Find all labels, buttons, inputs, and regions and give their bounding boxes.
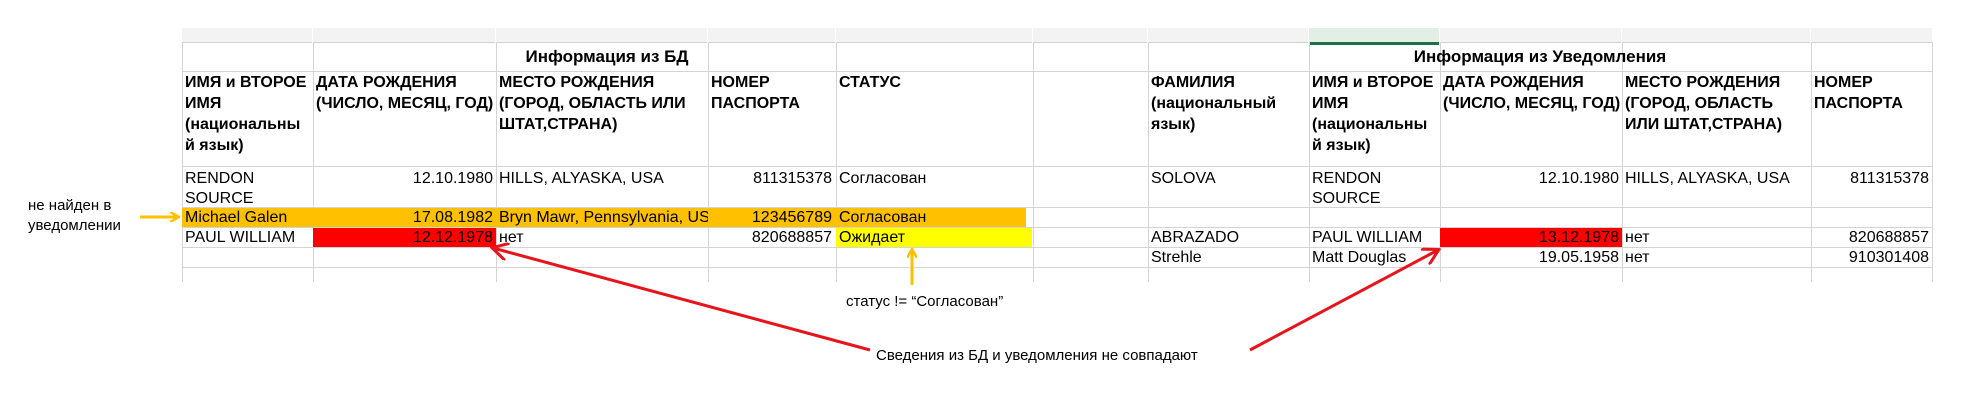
table-cell-mismatch[interactable]: 12.12.1978 — [313, 228, 496, 247]
table-cell[interactable]: HILLS, ALYASKA, USA — [496, 169, 708, 189]
header-status: СТАТУС — [839, 74, 901, 91]
column-header[interactable] — [708, 28, 835, 43]
grid-line — [1932, 42, 1933, 282]
header-pob: МЕСТО РОЖДЕНИЯ (ГОРОД, ОБЛАСТЬ ИЛИ ШТАТ,… — [499, 74, 686, 133]
column-header[interactable] — [182, 28, 312, 43]
header-dob: ДАТА РОЖДЕНИЯ (ЧИСЛО, МЕСЯЦ, ГОД) — [1443, 74, 1621, 112]
header-name: ИМЯ и ВТОРОЕ ИМЯ (национальны й язык) — [185, 74, 307, 154]
table-cell[interactable]: 811315378 — [708, 169, 835, 189]
notice-table-title: Информация из Уведомления — [1413, 47, 1667, 66]
table-cell[interactable]: RENDON SOURCE — [182, 169, 313, 207]
column-header[interactable] — [836, 28, 1032, 43]
table-cell[interactable]: Согласован — [836, 169, 1032, 189]
table-cell[interactable]: 123456789 — [708, 208, 835, 227]
header-name: ИМЯ и ВТОРОЕ ИМЯ (национальны й язык) — [1312, 74, 1434, 154]
table-cell[interactable]: 811315378 — [1811, 169, 1932, 189]
table-cell[interactable]: Bryn Mawr, Pennsylvania, US — [496, 208, 708, 227]
table-cell[interactable]: ABRAZADO — [1148, 228, 1308, 247]
table-cell[interactable]: Согласован — [836, 208, 1032, 227]
table-cell[interactable]: нет — [1622, 228, 1810, 247]
db-table-title: Информация из БД — [525, 47, 689, 66]
column-header-selected[interactable] — [1309, 28, 1439, 45]
table-cell[interactable]: SOLOVA — [1148, 169, 1308, 189]
column-header[interactable] — [1033, 28, 1147, 43]
status-note: статус != “Согласован” — [846, 293, 1004, 310]
header-surname: ФАМИЛИЯ (национальный язык) — [1151, 74, 1277, 133]
table-cell[interactable]: Michael Galen — [182, 208, 313, 227]
mismatch-note: Сведения из БД и уведомления не совпадаю… — [876, 347, 1198, 364]
table-cell[interactable]: PAUL WILLIAM — [1309, 228, 1439, 247]
table-cell[interactable]: 12.10.1980 — [313, 169, 496, 189]
table-cell[interactable]: нет — [496, 228, 708, 247]
column-header[interactable] — [313, 28, 495, 43]
spreadsheet-grid: Информация из БД Информация из Уведомлен… — [182, 28, 1942, 282]
grid-line — [182, 166, 1932, 167]
table-cell[interactable]: Matt Douglas — [1309, 248, 1439, 267]
header-dob: ДАТА РОЖДЕНИЯ (ЧИСЛО, МЕСЯЦ, ГОД) — [316, 74, 494, 112]
table-cell[interactable]: нет — [1622, 248, 1810, 267]
table-cell[interactable]: 910301408 — [1811, 248, 1932, 267]
table-cell[interactable]: 12.10.1980 — [1440, 169, 1622, 189]
header-passport: НОМЕР ПАСПОРТА — [1814, 74, 1903, 112]
grid-line — [182, 267, 1932, 268]
column-header[interactable] — [1622, 28, 1810, 43]
table-cell[interactable]: 17.08.1982 — [313, 208, 496, 227]
table-cell[interactable]: 820688857 — [708, 228, 835, 247]
column-header[interactable] — [1440, 28, 1621, 43]
table-cell[interactable]: Strehle — [1148, 248, 1308, 267]
table-cell[interactable]: PAUL WILLIAM — [182, 228, 313, 247]
grid-line — [1033, 42, 1034, 282]
table-cell-status-pending[interactable]: Ожидает — [836, 228, 1032, 247]
header-pob: МЕСТО РОЖДЕНИЯ (ГОРОД, ОБЛАСТЬ ИЛИ ШТАТ,… — [1625, 74, 1783, 133]
table-cell[interactable]: 820688857 — [1811, 228, 1932, 247]
column-header[interactable] — [1811, 28, 1932, 43]
column-header[interactable] — [496, 28, 707, 43]
column-header[interactable] — [1148, 28, 1308, 43]
table-cell-mismatch[interactable]: 13.12.1978 — [1440, 228, 1622, 247]
header-passport: НОМЕР ПАСПОРТА — [711, 74, 800, 112]
table-cell[interactable]: HILLS, ALYASKA, USA — [1622, 169, 1810, 189]
not-found-note: не найден в уведомлении — [28, 197, 121, 234]
table-cell[interactable]: 19.05.1958 — [1440, 248, 1622, 267]
table-cell[interactable]: RENDON SOURCE — [1309, 169, 1439, 207]
